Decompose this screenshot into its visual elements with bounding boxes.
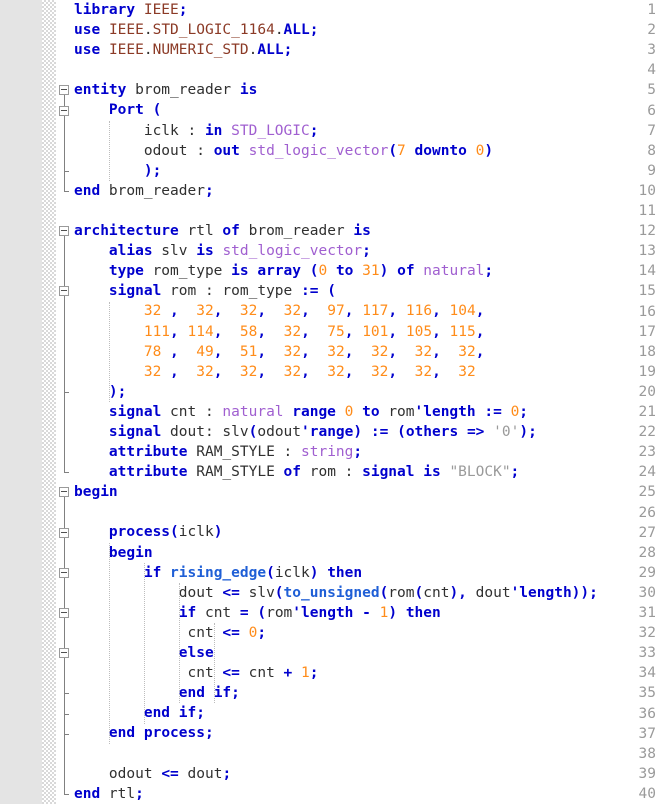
- fold-collapse-button[interactable]: [59, 608, 69, 618]
- code-line[interactable]: 111, 114, 58, 32, 75, 101, 105, 115,: [74, 322, 662, 342]
- code-line[interactable]: Port (: [74, 100, 662, 120]
- code-line[interactable]: [74, 743, 662, 763]
- fold-end-marker: [64, 713, 69, 715]
- line-number-gutter: [0, 0, 42, 804]
- fold-end-marker: [64, 190, 69, 192]
- code-line[interactable]: signal rom : rom_type := (: [74, 281, 662, 301]
- fold-end-marker: [64, 170, 69, 172]
- fold-collapse-button[interactable]: [59, 487, 69, 498]
- indent-guide: [108, 301, 110, 402]
- fold-end-marker: [64, 472, 69, 474]
- indent-guide: [143, 562, 145, 724]
- code-line[interactable]: architecture rtl of brom_reader is: [74, 221, 662, 241]
- gutter-hatch-strip: [42, 0, 56, 804]
- fold-end-marker: [64, 391, 69, 393]
- code-line[interactable]: signal dout: slv(odout'range) := (others…: [74, 422, 662, 442]
- code-line[interactable]: cnt <= cnt + 1;: [74, 663, 662, 683]
- indent-guide: [108, 542, 110, 744]
- code-line[interactable]: if cnt = (rom'length - 1) then: [74, 603, 662, 623]
- indent-guide: [213, 623, 215, 704]
- fold-end-marker: [64, 733, 69, 735]
- code-line[interactable]: dout <= slv(to_unsigned(rom(cnt), dout'l…: [74, 583, 662, 603]
- code-line[interactable]: );: [74, 161, 662, 181]
- fold-collapse-button[interactable]: [59, 567, 69, 578]
- fold-collapse-button[interactable]: [59, 226, 69, 237]
- code-line[interactable]: else: [74, 643, 662, 663]
- fold-end-marker: [64, 693, 69, 695]
- code-line[interactable]: process(iclk): [74, 522, 662, 542]
- code-line[interactable]: end process;: [74, 723, 662, 743]
- code-line[interactable]: 32 , 32, 32, 32, 97, 117, 116, 104,: [74, 301, 662, 321]
- code-line[interactable]: end if;: [74, 703, 662, 723]
- code-line[interactable]: attribute RAM_STYLE of rom : signal is "…: [74, 462, 662, 482]
- code-line[interactable]: use IEEE.STD_LOGIC_1164.ALL;: [74, 20, 662, 40]
- code-line[interactable]: odout <= dout;: [74, 764, 662, 784]
- code-line[interactable]: odout : out std_logic_vector(7 downto 0): [74, 141, 662, 161]
- fold-connector: [64, 657, 65, 694]
- fold-collapse-button[interactable]: [59, 648, 69, 659]
- code-line[interactable]: [74, 201, 662, 221]
- code-line[interactable]: [74, 60, 662, 80]
- code-line[interactable]: alias slv is std_logic_vector;: [74, 241, 662, 261]
- code-line[interactable]: begin: [74, 482, 662, 502]
- indent-guide: [178, 582, 180, 704]
- code-content[interactable]: library IEEE; use IEEE.STD_LOGIC_1164.ALL…: [74, 0, 662, 804]
- code-line[interactable]: iclk : in STD_LOGIC;: [74, 121, 662, 141]
- fold-collapse-button[interactable]: [59, 286, 69, 297]
- code-line[interactable]: library IEEE;: [74, 0, 662, 20]
- code-line[interactable]: entity brom_reader is: [74, 80, 662, 100]
- code-line[interactable]: end if;: [74, 683, 662, 703]
- code-line[interactable]: );: [74, 382, 662, 402]
- fold-connector: [64, 114, 65, 171]
- code-folding-gutter[interactable]: [56, 0, 74, 804]
- code-line[interactable]: if rising_edge(iclk) then: [74, 563, 662, 583]
- code-editor[interactable]: 1 2 3 4 5 6 7 8 9 10 11 12 13 14 15 16 17 18 19 20 21 22 23 24 2…: [0, 0, 662, 804]
- code-line[interactable]: end brom_reader;: [74, 181, 662, 201]
- code-line[interactable]: end rtl;: [74, 784, 662, 804]
- indent-guide: [108, 120, 110, 181]
- code-line[interactable]: signal cnt : natural range 0 to rom'leng…: [74, 402, 662, 422]
- code-line[interactable]: cnt <= 0;: [74, 623, 662, 643]
- fold-connector: [64, 295, 65, 392]
- code-line[interactable]: attribute RAM_STYLE : string;: [74, 442, 662, 462]
- code-line[interactable]: [74, 502, 662, 522]
- code-line[interactable]: begin: [74, 543, 662, 563]
- fold-collapse-button[interactable]: [59, 85, 69, 96]
- fold-collapse-button[interactable]: [59, 105, 69, 116]
- fold-collapse-button[interactable]: [59, 527, 69, 538]
- fold-end-marker: [64, 793, 69, 795]
- code-line[interactable]: 78 , 49, 51, 32, 32, 32, 32, 32,: [74, 342, 662, 362]
- code-line[interactable]: 32 , 32, 32, 32, 32, 32, 32, 32: [74, 362, 662, 382]
- code-line[interactable]: type rom_type is array (0 to 31) of natu…: [74, 261, 662, 281]
- code-line[interactable]: use IEEE.NUMERIC_STD.ALL;: [74, 40, 662, 60]
